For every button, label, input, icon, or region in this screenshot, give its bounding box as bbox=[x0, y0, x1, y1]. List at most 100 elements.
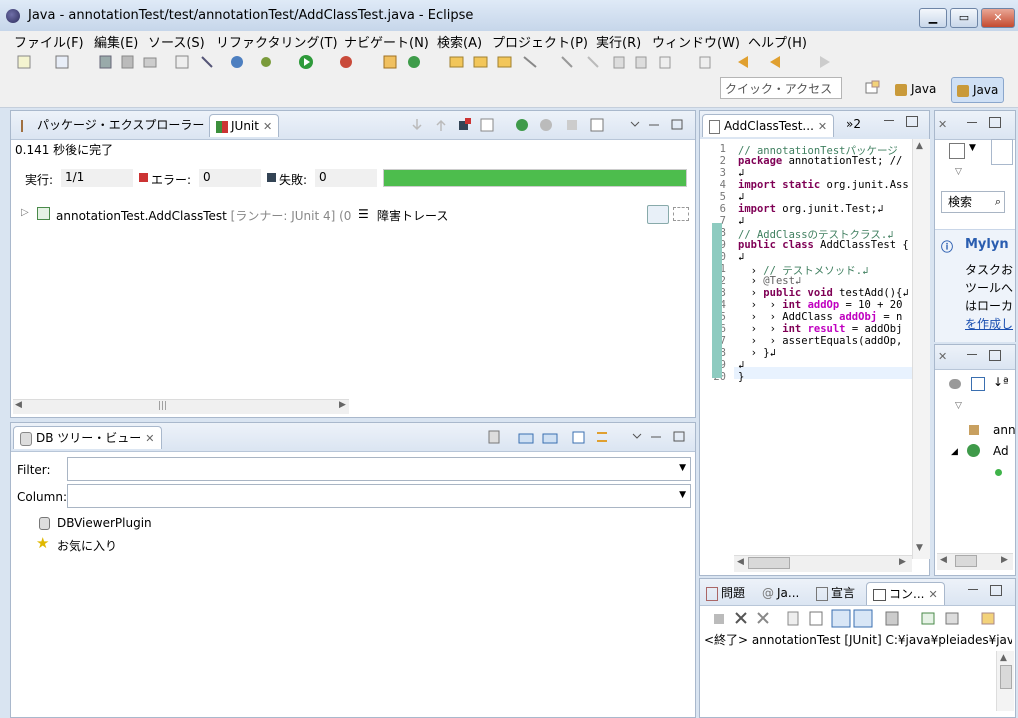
sort-icon[interactable]: ↓ª bbox=[993, 375, 1009, 389]
minimize-view-icon[interactable] bbox=[967, 354, 977, 355]
import-icon[interactable] bbox=[518, 433, 534, 444]
open-task-icon[interactable] bbox=[473, 56, 488, 68]
new-task-icon[interactable] bbox=[949, 143, 965, 159]
expand-arrow-icon[interactable]: ◢ bbox=[951, 447, 958, 457]
perspective-java-2[interactable]: Java bbox=[951, 77, 1005, 103]
minimize-button[interactable]: ▁ bbox=[919, 8, 947, 28]
outline-item-package[interactable]: ann bbox=[993, 423, 1016, 437]
open-perspective-icon[interactable] bbox=[864, 80, 880, 96]
hide-fields-icon[interactable] bbox=[949, 379, 961, 389]
tab-package-explorer[interactable]: パッケージ・エクスプローラー bbox=[15, 114, 210, 136]
close-icon[interactable]: ✕ bbox=[818, 120, 827, 133]
task-search-field[interactable]: 検索 ⌕ bbox=[941, 191, 1005, 213]
editor-horizontal-scrollbar[interactable]: ◀ ▶ bbox=[734, 555, 912, 572]
remove-all-icon[interactable] bbox=[757, 612, 769, 624]
outline-scrollbar[interactable]: ◀ ▶ bbox=[937, 553, 1013, 570]
maximize-view-icon[interactable] bbox=[671, 119, 683, 130]
horizontal-scrollbar[interactable]: ◀ ||| ▶ bbox=[13, 399, 349, 414]
tab-javadoc[interactable]: @ Ja... bbox=[756, 582, 805, 604]
menu-source[interactable]: ソース(S) bbox=[148, 32, 205, 51]
export-icon[interactable] bbox=[542, 433, 558, 444]
back-history-icon[interactable] bbox=[770, 56, 780, 68]
close-icon[interactable]: ✕ bbox=[263, 120, 272, 133]
annotation-icon[interactable] bbox=[561, 56, 573, 68]
save-all-icon[interactable] bbox=[121, 55, 134, 69]
maximize-view-icon[interactable] bbox=[673, 431, 685, 442]
skip-breakpoints-icon[interactable] bbox=[201, 56, 213, 68]
view-menu-icon[interactable] bbox=[632, 433, 642, 439]
close-icon[interactable]: ✕ bbox=[145, 432, 154, 445]
filter-combo[interactable]: ▼ bbox=[67, 457, 691, 481]
more-tabs-indicator[interactable]: »2 bbox=[846, 117, 861, 131]
tab-declaration[interactable]: 宣言 bbox=[810, 582, 861, 604]
menu-refactor[interactable]: リファクタリング(T) bbox=[216, 32, 338, 51]
link-editor-icon[interactable] bbox=[597, 432, 607, 442]
tab-problems[interactable]: 問題 bbox=[700, 582, 751, 604]
new-console-icon[interactable] bbox=[981, 612, 995, 625]
chevron-down-icon[interactable]: ▼ bbox=[679, 490, 686, 500]
outline-item-class[interactable]: Ad bbox=[993, 444, 1009, 458]
view-menu-icon[interactable]: ▽ bbox=[955, 167, 962, 177]
tab-console[interactable]: コン... ✕ bbox=[866, 582, 945, 605]
back-icon[interactable] bbox=[738, 56, 748, 68]
mylyn-create-link[interactable]: を作成し bbox=[965, 315, 1013, 332]
tab-junit[interactable]: JUnit ✕ bbox=[209, 114, 280, 137]
menu-help[interactable]: ヘルプ(H) bbox=[748, 32, 807, 51]
menu-file[interactable]: ファイル(F) bbox=[14, 32, 84, 51]
block-select-icon[interactable] bbox=[613, 56, 625, 69]
db-add-icon[interactable] bbox=[488, 430, 500, 444]
binary-icon[interactable] bbox=[175, 55, 189, 69]
tab-db-tree[interactable]: DB ツリー・ビュー ✕ bbox=[13, 426, 162, 449]
scroll-lock-icon[interactable] bbox=[809, 611, 823, 626]
collapse-all-icon[interactable] bbox=[971, 377, 985, 391]
maximize-view-icon[interactable] bbox=[989, 350, 1001, 361]
tree-item-test[interactable]: annotationTest.AddClassTest [ランナー: JUnit… bbox=[56, 207, 351, 224]
tab-addclasstest[interactable]: AddClassTest... ✕ bbox=[702, 114, 835, 137]
method-icon[interactable] bbox=[995, 469, 1002, 476]
show-whitespace-icon[interactable] bbox=[635, 56, 647, 69]
expand-arrow-icon[interactable]: ▷ bbox=[21, 207, 29, 218]
open-console-icon[interactable] bbox=[945, 612, 959, 625]
close-icon[interactable]: ✕ bbox=[928, 588, 937, 601]
rerun-icon[interactable] bbox=[516, 119, 528, 131]
tree-item-favorites[interactable]: お気に入り bbox=[57, 537, 117, 554]
close-icon[interactable]: ✕ bbox=[938, 350, 947, 363]
display-console-icon[interactable] bbox=[921, 612, 935, 625]
menu-run[interactable]: 実行(R) bbox=[596, 32, 641, 51]
chevron-down-icon[interactable]: ▼ bbox=[969, 143, 976, 153]
compare-result-icon[interactable] bbox=[673, 207, 689, 221]
show-on-stdout-icon[interactable] bbox=[831, 609, 851, 628]
chevron-down-icon[interactable]: ▼ bbox=[679, 463, 686, 473]
menu-window[interactable]: ウィンドウ(W) bbox=[652, 32, 740, 51]
new-icon[interactable] bbox=[17, 55, 31, 69]
show-on-stderr-icon[interactable] bbox=[853, 609, 873, 628]
debug-icon[interactable] bbox=[261, 57, 271, 67]
remove-launch-icon[interactable] bbox=[735, 612, 747, 624]
console-vertical-scrollbar[interactable]: ▲ bbox=[996, 651, 1014, 711]
close-icon[interactable]: ✕ bbox=[938, 118, 947, 131]
quick-access-input[interactable]: クイック・アクセス bbox=[720, 77, 842, 99]
view-menu-icon[interactable] bbox=[630, 121, 640, 127]
highlight-icon[interactable] bbox=[587, 56, 599, 68]
menu-project[interactable]: プロジェクト(P) bbox=[492, 32, 588, 51]
minimize-view-icon[interactable] bbox=[884, 120, 894, 121]
next-annotation-icon[interactable] bbox=[659, 56, 671, 69]
prev-failure-icon[interactable] bbox=[436, 119, 446, 131]
forward-icon[interactable] bbox=[820, 56, 830, 68]
open-type-icon[interactable] bbox=[449, 56, 464, 68]
prev-annotation-icon[interactable] bbox=[699, 56, 711, 69]
maximize-button[interactable]: ▭ bbox=[950, 8, 978, 28]
maximize-view-icon[interactable] bbox=[906, 116, 918, 127]
menu-edit[interactable]: 編集(E) bbox=[94, 32, 138, 51]
tree-item-dbviewer[interactable]: DBViewerPlugin bbox=[57, 516, 152, 530]
terminate-icon[interactable] bbox=[714, 614, 724, 624]
external-tools-icon[interactable] bbox=[340, 56, 352, 68]
menu-search[interactable]: 検索(A) bbox=[437, 32, 482, 51]
search-icon[interactable]: ⌕ bbox=[995, 192, 1001, 212]
code-area[interactable]: // annotationTestパッケージ package annotation… bbox=[734, 139, 912, 559]
maximize-view-icon[interactable] bbox=[989, 117, 1001, 128]
pin-console-icon[interactable] bbox=[885, 611, 899, 626]
perspective-java-1[interactable]: Java bbox=[890, 77, 941, 101]
task-toolbar-icon[interactable] bbox=[991, 139, 1013, 165]
new-class-icon[interactable] bbox=[408, 56, 420, 68]
